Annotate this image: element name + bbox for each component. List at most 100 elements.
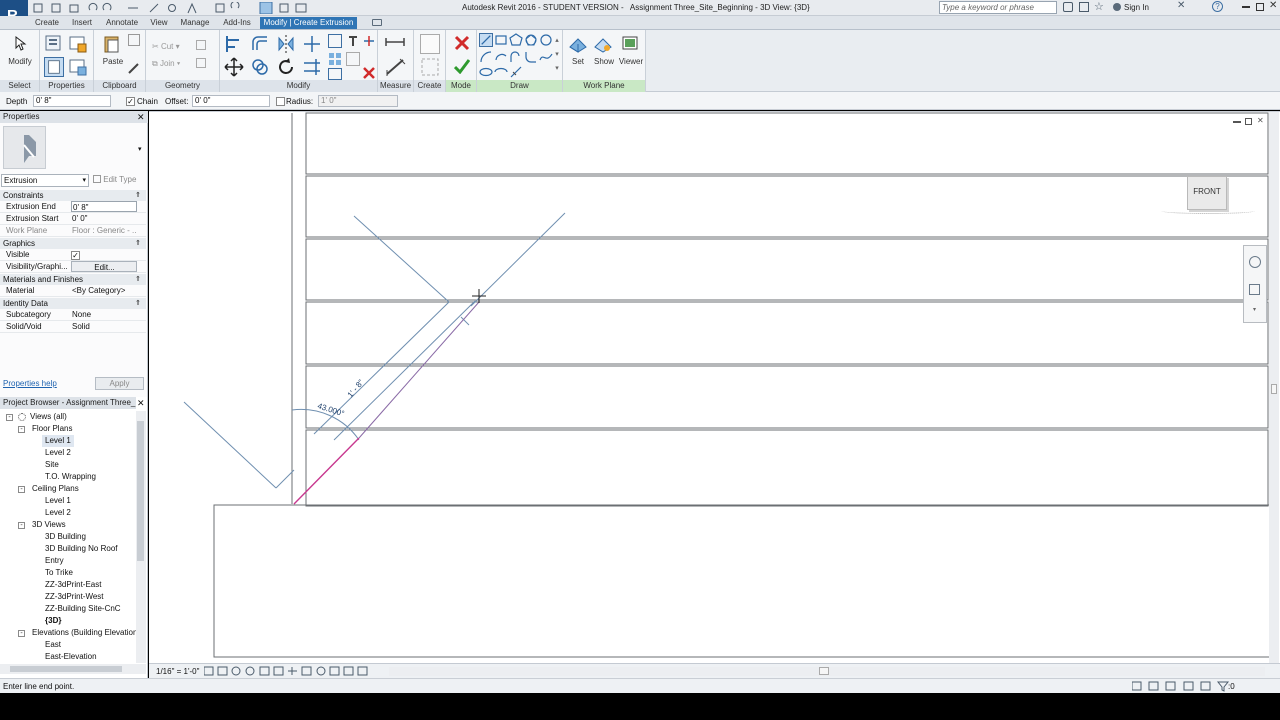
reference-line-b[interactable] [470, 212, 566, 307]
browser-hscroll-thumb[interactable] [10, 666, 122, 672]
trim-extend-icon[interactable] [302, 34, 322, 54]
partial-ellipse-icon[interactable] [494, 66, 508, 78]
visibility-edit-button[interactable]: Edit... [71, 261, 137, 272]
work-plane-viewer-icon[interactable] [621, 35, 639, 53]
drawing-canvas[interactable]: 1' - 8" 43.000° ✕ FRONT ▾ [149, 111, 1280, 664]
create-similar-icon[interactable] [420, 34, 440, 54]
view-close-icon[interactable]: ✕ [1257, 116, 1264, 125]
type-preview-dropdown-icon[interactable]: ▾ [138, 145, 142, 153]
draw-line-icon[interactable] [479, 33, 493, 47]
create-group-icon[interactable] [420, 57, 440, 77]
reference-line-a[interactable] [353, 215, 450, 303]
subcategory-value[interactable]: None [71, 309, 137, 320]
offset-icon[interactable] [250, 34, 270, 54]
collapse-constraints-icon[interactable]: ⇑ [135, 191, 141, 199]
viewer-button-label[interactable]: Viewer [617, 57, 645, 66]
browser-tree-item[interactable]: 3D Building No Roof [45, 543, 117, 555]
tab-view[interactable]: View [147, 17, 171, 29]
draw-panel-scroll[interactable]: ▴ ▾ ▾ [553, 34, 561, 78]
browser-horizontal-scrollbar[interactable] [0, 664, 146, 674]
show-button-label[interactable]: Show [591, 57, 617, 66]
tree-toggle-icon[interactable]: - [18, 486, 25, 493]
browser-tree-item[interactable]: Level 2 [45, 447, 71, 459]
tangent-end-arc-icon[interactable] [509, 50, 523, 64]
type-properties-icon[interactable] [44, 34, 64, 54]
browser-tree-item[interactable]: Level 1 [45, 495, 71, 507]
viewcube[interactable]: FRONT [1187, 176, 1227, 210]
properties-help-link[interactable]: Properties help [3, 379, 57, 388]
tab-add-ins[interactable]: Add-Ins [219, 17, 255, 29]
modify-button-label[interactable]: Modify [4, 57, 36, 66]
cut-geometry-button[interactable]: ✂ Cut ▾ [152, 42, 180, 51]
tree-toggle-icon[interactable]: - [18, 630, 25, 637]
exchange-apps-icon[interactable]: ✕ [1177, 0, 1185, 11]
set-work-plane-icon[interactable] [569, 35, 587, 53]
copy-element-icon[interactable] [250, 57, 270, 77]
browser-tree-item[interactable]: 3D Building [45, 531, 86, 543]
mirror-axis-icon[interactable] [276, 34, 296, 54]
properties-palette-icon[interactable] [44, 57, 64, 77]
browser-scroll-thumb[interactable] [137, 421, 144, 561]
split-gap-icon[interactable] [362, 34, 376, 48]
rotate-icon[interactable] [276, 57, 296, 77]
project-browser-close-icon[interactable]: ✕ [137, 398, 145, 409]
edit-type-button[interactable]: Edit Type [93, 175, 136, 184]
group-constraints[interactable]: Constraints [0, 190, 146, 201]
help-search-input[interactable]: Type a keyword or phrase [939, 1, 1057, 14]
browser-tree-item[interactable]: ZZ-3dPrint-East [45, 579, 101, 591]
browser-tree-item[interactable]: {3D} [45, 615, 61, 627]
spline-icon[interactable] [539, 50, 553, 64]
solid-void-value[interactable]: Solid [71, 321, 137, 332]
browser-tree-item[interactable]: Level 1 [42, 435, 74, 447]
browser-tree-item[interactable]: East-Elevation [45, 651, 97, 663]
pick-lines-icon[interactable] [509, 66, 523, 78]
move-icon[interactable] [224, 57, 244, 77]
depth-input[interactable]: 0' 8" [33, 95, 111, 107]
canvas-horizontal-scrollbar[interactable] [389, 667, 1265, 676]
unpin-icon[interactable] [346, 52, 360, 66]
navigation-bar-options-icon[interactable]: ▾ [1253, 306, 1256, 313]
family-category-icon[interactable] [68, 57, 88, 77]
browser-tree-item[interactable]: Site [45, 459, 59, 471]
minimize-window-icon[interactable] [1242, 6, 1250, 8]
reference-line-e[interactable] [275, 469, 295, 489]
zoom-region-icon[interactable] [1249, 284, 1260, 295]
tab-annotate[interactable]: Annotate [102, 17, 142, 29]
array-icon[interactable] [328, 52, 342, 66]
chain-checkbox[interactable]: ✓ [126, 97, 135, 106]
view-control-icon-strip[interactable] [203, 666, 384, 677]
set-button-label[interactable]: Set [567, 57, 589, 66]
tab-create[interactable]: Create [32, 17, 62, 29]
canvas-hscroll-thumb[interactable] [819, 667, 829, 675]
scale-icon[interactable] [328, 68, 342, 80]
split-element-icon[interactable] [328, 34, 342, 48]
ellipse-icon[interactable] [479, 66, 493, 78]
browser-vertical-scrollbar[interactable] [136, 411, 146, 663]
browser-tree-item[interactable]: Views (all) [30, 411, 67, 423]
start-end-radius-arc-icon[interactable] [479, 50, 493, 64]
apply-button[interactable]: Apply [95, 377, 144, 390]
draw-inscribed-polygon-icon[interactable] [509, 33, 523, 47]
browser-tree-item[interactable]: 3D Views [32, 519, 66, 531]
extrusion-end-value[interactable]: 0' 8" [71, 201, 137, 212]
close-window-icon[interactable]: ✕ [1269, 0, 1277, 11]
filter-count[interactable]: :0 [1228, 682, 1235, 691]
browser-tree-item[interactable]: Floor Plans [32, 423, 72, 435]
favorites-star-icon[interactable]: ☆ [1094, 0, 1104, 13]
communication-icon[interactable] [1079, 2, 1089, 12]
fillet-arc-icon[interactable] [524, 50, 538, 64]
full-navigation-wheel-icon[interactable] [1249, 256, 1261, 268]
sign-in-button[interactable]: Sign In [1124, 3, 1149, 12]
canvas-vscroll-thumb[interactable] [1271, 384, 1277, 394]
tab-insert[interactable]: Insert [67, 17, 97, 29]
browser-tree-item[interactable]: Elevations (Building Elevation [32, 627, 136, 639]
selection-options-icons[interactable] [1131, 681, 1272, 692]
canvas-vertical-scrollbar[interactable] [1269, 112, 1279, 664]
wall-joins-icon[interactable] [196, 40, 206, 50]
draw-circle-icon[interactable] [539, 33, 553, 47]
viewcube-compass[interactable] [1161, 208, 1255, 214]
browser-tree-item[interactable]: ZZ-3dPrint-West [45, 591, 104, 603]
view-minimize-icon[interactable] [1233, 121, 1241, 123]
view-restore-icon[interactable] [1245, 118, 1252, 125]
browser-tree-item[interactable]: To Trike [45, 567, 73, 579]
